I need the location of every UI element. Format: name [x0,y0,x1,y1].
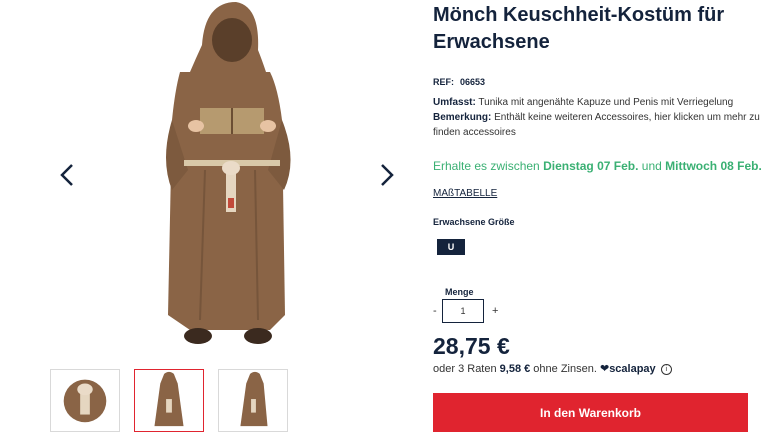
delivery-estimate: Erhalte es zwischen Dienstag 07 Feb. und… [433,159,762,173]
includes-text: Tunika mit angenähte Kapuze und Penis mi… [475,97,734,108]
scalapay-logo: scalapay [609,363,656,375]
product-gallery [0,0,420,432]
quantity-label: Menge [445,287,474,297]
thumbnail-front[interactable] [134,369,204,432]
installment-suffix: ohne Zinsen. [530,363,600,375]
thumbnail-side[interactable] [218,369,288,432]
delivery-date-end: Mittwoch 08 Feb. [665,159,762,173]
chevron-left-icon[interactable] [54,160,82,190]
ref-label: REF: [433,77,454,87]
delivery-date-start: Dienstag 07 Feb. [543,159,639,173]
product-price: 28,75 € [433,333,510,359]
quantity-increase-button[interactable]: + [492,305,498,317]
delivery-middle: und [638,159,666,173]
product-title: Mönch Keuschheit-Kostüm für Erwachsene [433,4,725,53]
quantity-input[interactable]: 1 [442,299,484,323]
size-label: Erwachsene Größe [433,217,515,227]
delivery-prefix: Erhalte es zwischen [433,159,544,173]
quantity-decrease-button[interactable]: - [433,305,437,317]
thumbnail-detail[interactable] [50,369,120,432]
includes-label: Umfasst: [433,97,476,108]
chevron-right-icon[interactable] [372,160,400,190]
note-label: Bemerkung: [433,112,492,123]
installment-prefix: oder 3 Raten [433,363,500,375]
note-line[interactable]: Bemerkung: Enthält keine weiteren Access… [433,110,763,140]
installment-amount: 9,58 € [499,363,531,375]
size-option-u[interactable]: U [437,239,465,255]
add-to-cart-button[interactable]: In den Warenkorb [433,393,748,432]
ref-value: 06653 [460,77,486,87]
product-reference: REF: 06653 [433,77,485,87]
product-description: Umfasst: Tunika mit angenähte Kapuze und… [433,95,763,140]
installment-info: oder 3 Raten 9,58 € ohne Zinsen. ❤scalap… [433,362,672,375]
product-main-image[interactable] [150,0,300,355]
includes-line: Umfasst: Tunika mit angenähte Kapuze und… [433,95,763,110]
size-chart-link[interactable]: MAßTABELLE [433,188,497,199]
info-icon[interactable]: i [660,363,672,375]
thumbnail-strip [50,369,290,432]
heart-icon: ❤ [599,363,610,375]
